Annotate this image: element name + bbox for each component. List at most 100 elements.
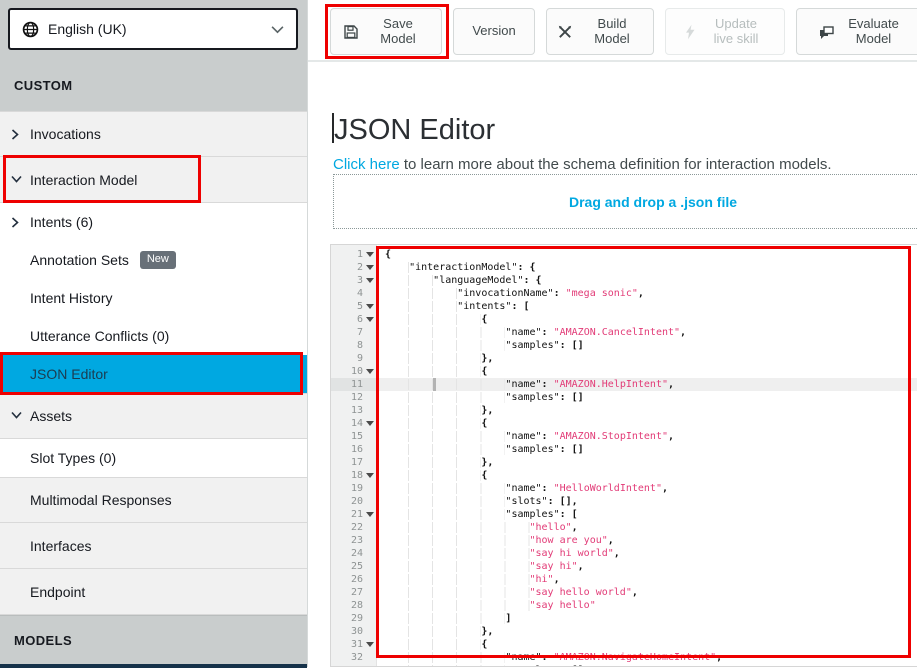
update-live-skill-button[interactable]: Update live skill (665, 8, 785, 55)
fold-arrow-icon[interactable] (366, 278, 374, 283)
gutter-line-number: 1 (331, 248, 376, 261)
code-line[interactable]: }, (385, 456, 917, 469)
code-line[interactable]: "slots": [], (385, 495, 917, 508)
gutter-line-number: 2 (331, 261, 376, 274)
chat-icon (818, 24, 835, 40)
code-line[interactable]: { (385, 365, 917, 378)
click-here-link[interactable]: Click here (333, 156, 400, 173)
gutter-line-number: 17 (331, 456, 376, 469)
json-code-editor[interactable]: 1234567891011121314151617181920212223242… (330, 244, 917, 667)
fold-arrow-icon[interactable] (366, 642, 374, 647)
sidebar-item-intent-history[interactable]: Intent History (0, 279, 307, 317)
fold-arrow-icon[interactable] (366, 369, 374, 374)
models-section-heading: MODELS (0, 615, 307, 664)
fold-arrow-icon[interactable] (366, 473, 374, 478)
chevron-down-icon[interactable] (11, 175, 22, 183)
code-line[interactable]: { (385, 313, 917, 326)
gutter-line-number: 5 (331, 300, 376, 313)
sidebar-item-multimodal-responses[interactable]: Multimodal Responses (0, 477, 307, 523)
fold-arrow-icon[interactable] (366, 265, 374, 270)
chevron-down-icon[interactable] (11, 411, 22, 419)
custom-section-heading: CUSTOM (14, 78, 73, 93)
gutter-line-number: 3 (331, 274, 376, 287)
sidebar-item-label: Annotation Sets (30, 252, 129, 268)
code-line[interactable]: "interactionModel": { (385, 261, 917, 274)
code-line[interactable]: "languageModel": { (385, 274, 917, 287)
sidebar-item-interaction-model[interactable]: Interaction Model (0, 157, 307, 203)
gutter-line-number: 15 (331, 430, 376, 443)
language-selector-label: English (UK) (48, 21, 271, 37)
sidebar-item-json-editor[interactable]: JSON Editor (0, 355, 307, 393)
code-line[interactable]: "name": "HelloWorldIntent", (385, 482, 917, 495)
code-line[interactable]: "intents": [ (385, 300, 917, 313)
sidebar-item-intents-6[interactable]: Intents (6) (0, 203, 307, 241)
version-button[interactable]: Version (453, 8, 535, 55)
code-line[interactable]: }, (385, 352, 917, 365)
build-icon (557, 24, 573, 40)
editor-caret (433, 378, 436, 391)
code-line[interactable]: "name": "AMAZON.StopIntent", (385, 430, 917, 443)
gutter-line-number: 21 (331, 508, 376, 521)
evaluate-model-button[interactable]: Evaluate Model (796, 8, 917, 55)
build-model-button[interactable]: Build Model (546, 8, 654, 55)
gutter-line-number: 10 (331, 365, 376, 378)
chevron-right-icon[interactable] (11, 129, 19, 140)
editor-gutter: 1234567891011121314151617181920212223242… (331, 245, 377, 667)
code-line[interactable]: "samples": [] (385, 391, 917, 404)
lightning-icon (683, 24, 697, 40)
code-line[interactable]: { (385, 248, 917, 261)
code-line[interactable]: "how are you", (385, 534, 917, 547)
gutter-line-number: 20 (331, 495, 376, 508)
sidebar-top-band: English (UK) CUSTOM (0, 0, 307, 111)
code-line[interactable]: "say hello" (385, 599, 917, 612)
code-line[interactable]: "name": "AMAZON.HelpIntent", (378, 378, 917, 391)
sidebar-item-annotation-sets[interactable]: Annotation Sets New (0, 241, 307, 279)
code-line[interactable]: "samples": [] (385, 443, 917, 456)
sidebar-item-label: Interaction Model (30, 172, 137, 188)
fold-arrow-icon[interactable] (366, 304, 374, 309)
fold-arrow-icon[interactable] (366, 317, 374, 322)
code-line[interactable]: "say hi world", (385, 547, 917, 560)
fold-arrow-icon[interactable] (366, 252, 374, 257)
json-dropzone[interactable]: Drag and drop a .json file (333, 174, 917, 229)
sidebar-item-slot-types-0[interactable]: Slot Types (0) (0, 439, 307, 477)
sidebar-item-label: Multimodal Responses (30, 492, 172, 508)
sidebar-item-utterance-conflicts-0[interactable]: Utterance Conflicts (0) (0, 317, 307, 355)
code-line[interactable]: }, (385, 404, 917, 417)
code-line[interactable]: "say hi", (385, 560, 917, 573)
code-line[interactable]: "invocationName": "mega sonic", (385, 287, 917, 300)
fold-arrow-icon[interactable] (366, 512, 374, 517)
gutter-line-number: 11 (331, 378, 376, 391)
editor-code-area[interactable]: { "interactionModel": { "languageModel":… (378, 245, 917, 667)
sidebar-item-label: Assets (30, 408, 72, 424)
code-line[interactable]: { (385, 417, 917, 430)
sidebar: English (UK) CUSTOM Invocations Interacti… (0, 0, 308, 667)
code-line[interactable]: "name": "AMAZON.NavigateHomeIntent", (385, 651, 917, 664)
code-line[interactable]: "samples": [ (385, 508, 917, 521)
toolbar: Save ModelVersionBuild ModelUpdate live … (308, 0, 917, 62)
gutter-line-number: 13 (331, 404, 376, 417)
new-badge: New (140, 251, 176, 268)
gutter-line-number: 31 (331, 638, 376, 651)
sidebar-item-interfaces[interactable]: Interfaces (0, 523, 307, 569)
sidebar-item-label: Utterance Conflicts (0) (30, 328, 169, 344)
gutter-line-number: 4 (331, 287, 376, 300)
code-line[interactable]: "say hello world", (385, 586, 917, 599)
fold-arrow-icon[interactable] (366, 421, 374, 426)
code-line[interactable]: "hello", (385, 521, 917, 534)
code-line[interactable]: "samples": [] (385, 339, 917, 352)
code-line[interactable]: { (385, 469, 917, 482)
chevron-right-icon[interactable] (11, 217, 19, 228)
code-line[interactable]: "name": "AMAZON.CancelIntent", (385, 326, 917, 339)
code-line[interactable]: ] (385, 612, 917, 625)
language-selector[interactable]: English (UK) (8, 8, 298, 50)
code-line[interactable]: "hi", (385, 573, 917, 586)
sidebar-item-assets[interactable]: Assets (0, 393, 307, 439)
code-line[interactable]: }, (385, 625, 917, 638)
globe-icon (22, 21, 39, 38)
page-title: JSON Editor (332, 113, 495, 147)
sidebar-item-invocations[interactable]: Invocations (0, 111, 307, 157)
sidebar-item-endpoint[interactable]: Endpoint (0, 569, 307, 615)
save-model-button[interactable]: Save Model (330, 8, 442, 55)
code-line[interactable]: { (385, 638, 917, 651)
